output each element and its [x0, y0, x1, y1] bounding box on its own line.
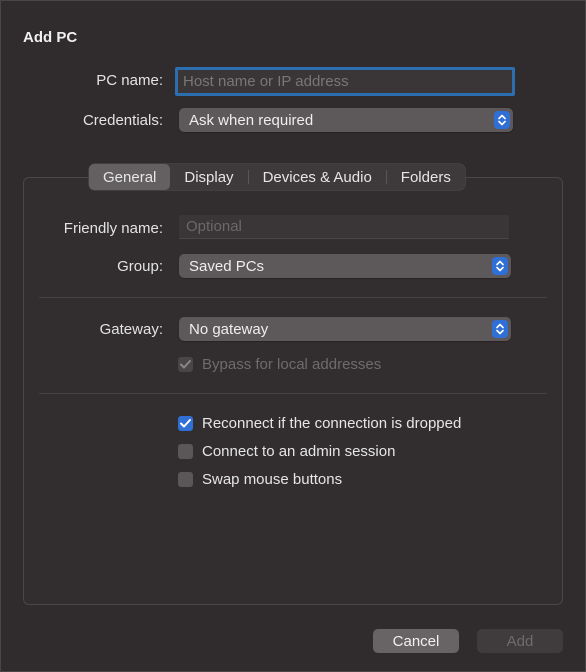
group-popup[interactable]: Saved PCs [179, 254, 511, 278]
tab-devices-audio[interactable]: Devices & Audio [249, 164, 386, 190]
checkmark-icon [178, 416, 193, 431]
reconnect-label: Reconnect if the connection is dropped [202, 415, 462, 432]
group-value: Saved PCs [189, 257, 265, 275]
bypass-local-label: Bypass for local addresses [202, 356, 382, 373]
cancel-button[interactable]: Cancel [373, 629, 459, 653]
section-divider [39, 393, 547, 394]
credentials-popup[interactable]: Ask when required [179, 108, 513, 132]
checkbox-empty-icon [178, 444, 193, 459]
group-label: Group: [117, 258, 163, 275]
dialog-title: Add PC [23, 29, 78, 46]
tab-general[interactable]: General [89, 164, 171, 190]
checkbox-empty-icon [178, 472, 193, 487]
chevron-up-down-icon [492, 320, 508, 338]
pc-name-input[interactable]: Host name or IP address [175, 67, 515, 96]
section-divider [39, 297, 547, 298]
reconnect-checkbox[interactable]: Reconnect if the connection is dropped [178, 415, 461, 432]
checkmark-icon [178, 357, 193, 372]
tab-bar: General Display Devices & Audio Folders [89, 164, 465, 190]
credentials-label: Credentials: [82, 112, 163, 129]
add-button[interactable]: Add [477, 629, 563, 653]
chevron-up-down-icon [494, 111, 510, 129]
friendly-name-input[interactable]: Optional [179, 215, 509, 239]
chevron-up-down-icon [492, 257, 508, 275]
gateway-popup[interactable]: No gateway [179, 317, 511, 341]
swap-mouse-label: Swap mouse buttons [202, 471, 343, 488]
tab-panel [23, 177, 563, 605]
pc-name-label: PC name: [96, 72, 163, 89]
gateway-value: No gateway [189, 320, 269, 338]
tab-folders[interactable]: Folders [387, 164, 465, 190]
friendly-name-label: Friendly name: [63, 220, 163, 237]
gateway-label: Gateway: [99, 321, 163, 338]
bypass-local-checkbox: Bypass for local addresses [178, 356, 381, 373]
swap-mouse-checkbox[interactable]: Swap mouse buttons [178, 471, 342, 488]
add-pc-dialog: Add PC PC name: Host name or IP address … [0, 0, 586, 672]
credentials-value: Ask when required [189, 111, 314, 129]
admin-session-checkbox[interactable]: Connect to an admin session [178, 443, 395, 460]
friendly-name-placeholder: Optional [186, 218, 242, 235]
tab-display[interactable]: Display [170, 164, 247, 190]
admin-session-label: Connect to an admin session [202, 443, 396, 460]
pc-name-placeholder: Host name or IP address [183, 73, 349, 90]
